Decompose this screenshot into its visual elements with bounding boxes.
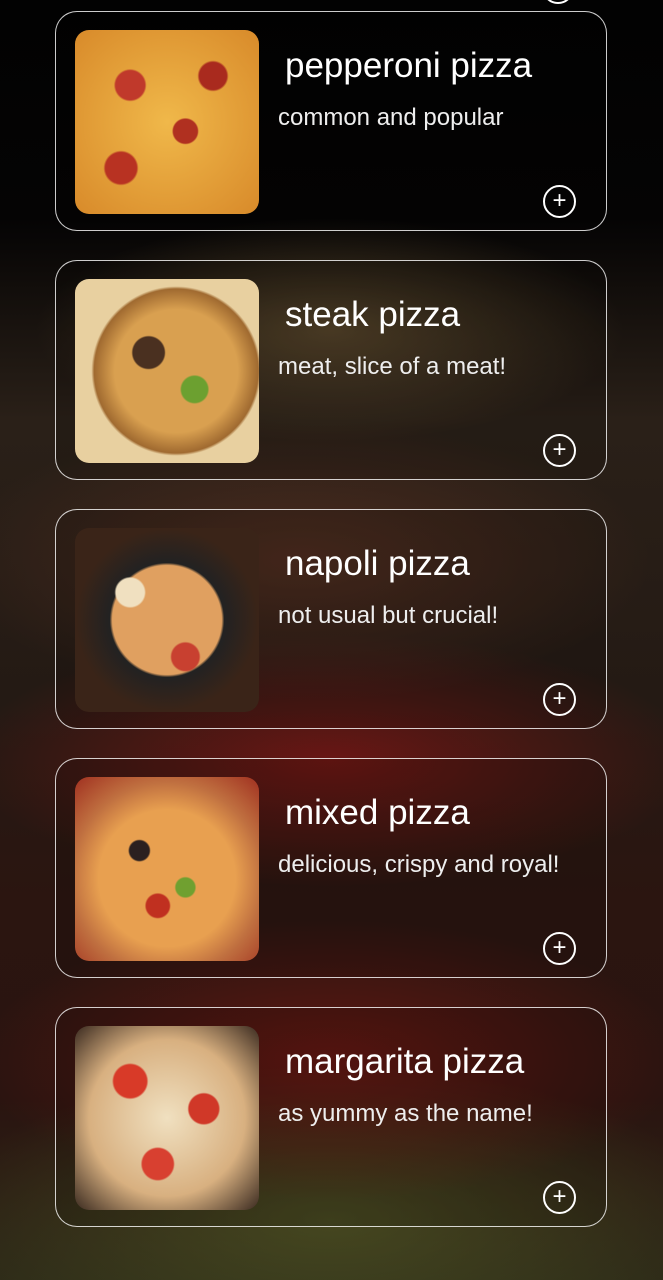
pizza-card-napoli[interactable]: napoli pizza not usual but crucial! + xyxy=(55,509,607,729)
add-to-cart-button[interactable]: + xyxy=(543,1181,576,1214)
pizza-title: mixed pizza xyxy=(285,793,470,832)
pizza-card-margarita[interactable]: margarita pizza as yummy as the name! + xyxy=(55,1007,607,1227)
pizza-image xyxy=(75,777,259,961)
add-to-cart-button[interactable]: + xyxy=(543,932,576,965)
pizza-card-mixed[interactable]: mixed pizza delicious, crispy and royal!… xyxy=(55,758,607,978)
pizza-image xyxy=(75,1026,259,1210)
add-to-cart-button[interactable]: + xyxy=(543,185,576,218)
pizza-image xyxy=(75,30,259,214)
add-to-cart-button[interactable]: + xyxy=(543,683,576,716)
pizza-image xyxy=(75,528,259,712)
add-button-previous-item[interactable] xyxy=(542,0,574,4)
pizza-description: not usual but crucial! xyxy=(278,602,499,629)
add-to-cart-button[interactable]: + xyxy=(543,434,576,467)
pizza-description: common and popular xyxy=(278,104,504,131)
pizza-description: meat, slice of a meat! xyxy=(278,353,507,380)
pizza-image xyxy=(75,279,259,463)
pizza-description: as yummy as the name! xyxy=(278,1100,533,1127)
pizza-title: napoli pizza xyxy=(285,544,470,583)
pizza-card-steak[interactable]: steak pizza meat, slice of a meat! + xyxy=(55,260,607,480)
pizza-description: delicious, crispy and royal! xyxy=(278,851,560,878)
pizza-title: margarita pizza xyxy=(285,1042,525,1081)
pizza-title: steak pizza xyxy=(285,295,461,334)
pizza-card-pepperoni[interactable]: pepperoni pizza common and popular + xyxy=(55,11,607,231)
pizza-title: pepperoni pizza xyxy=(285,46,533,85)
